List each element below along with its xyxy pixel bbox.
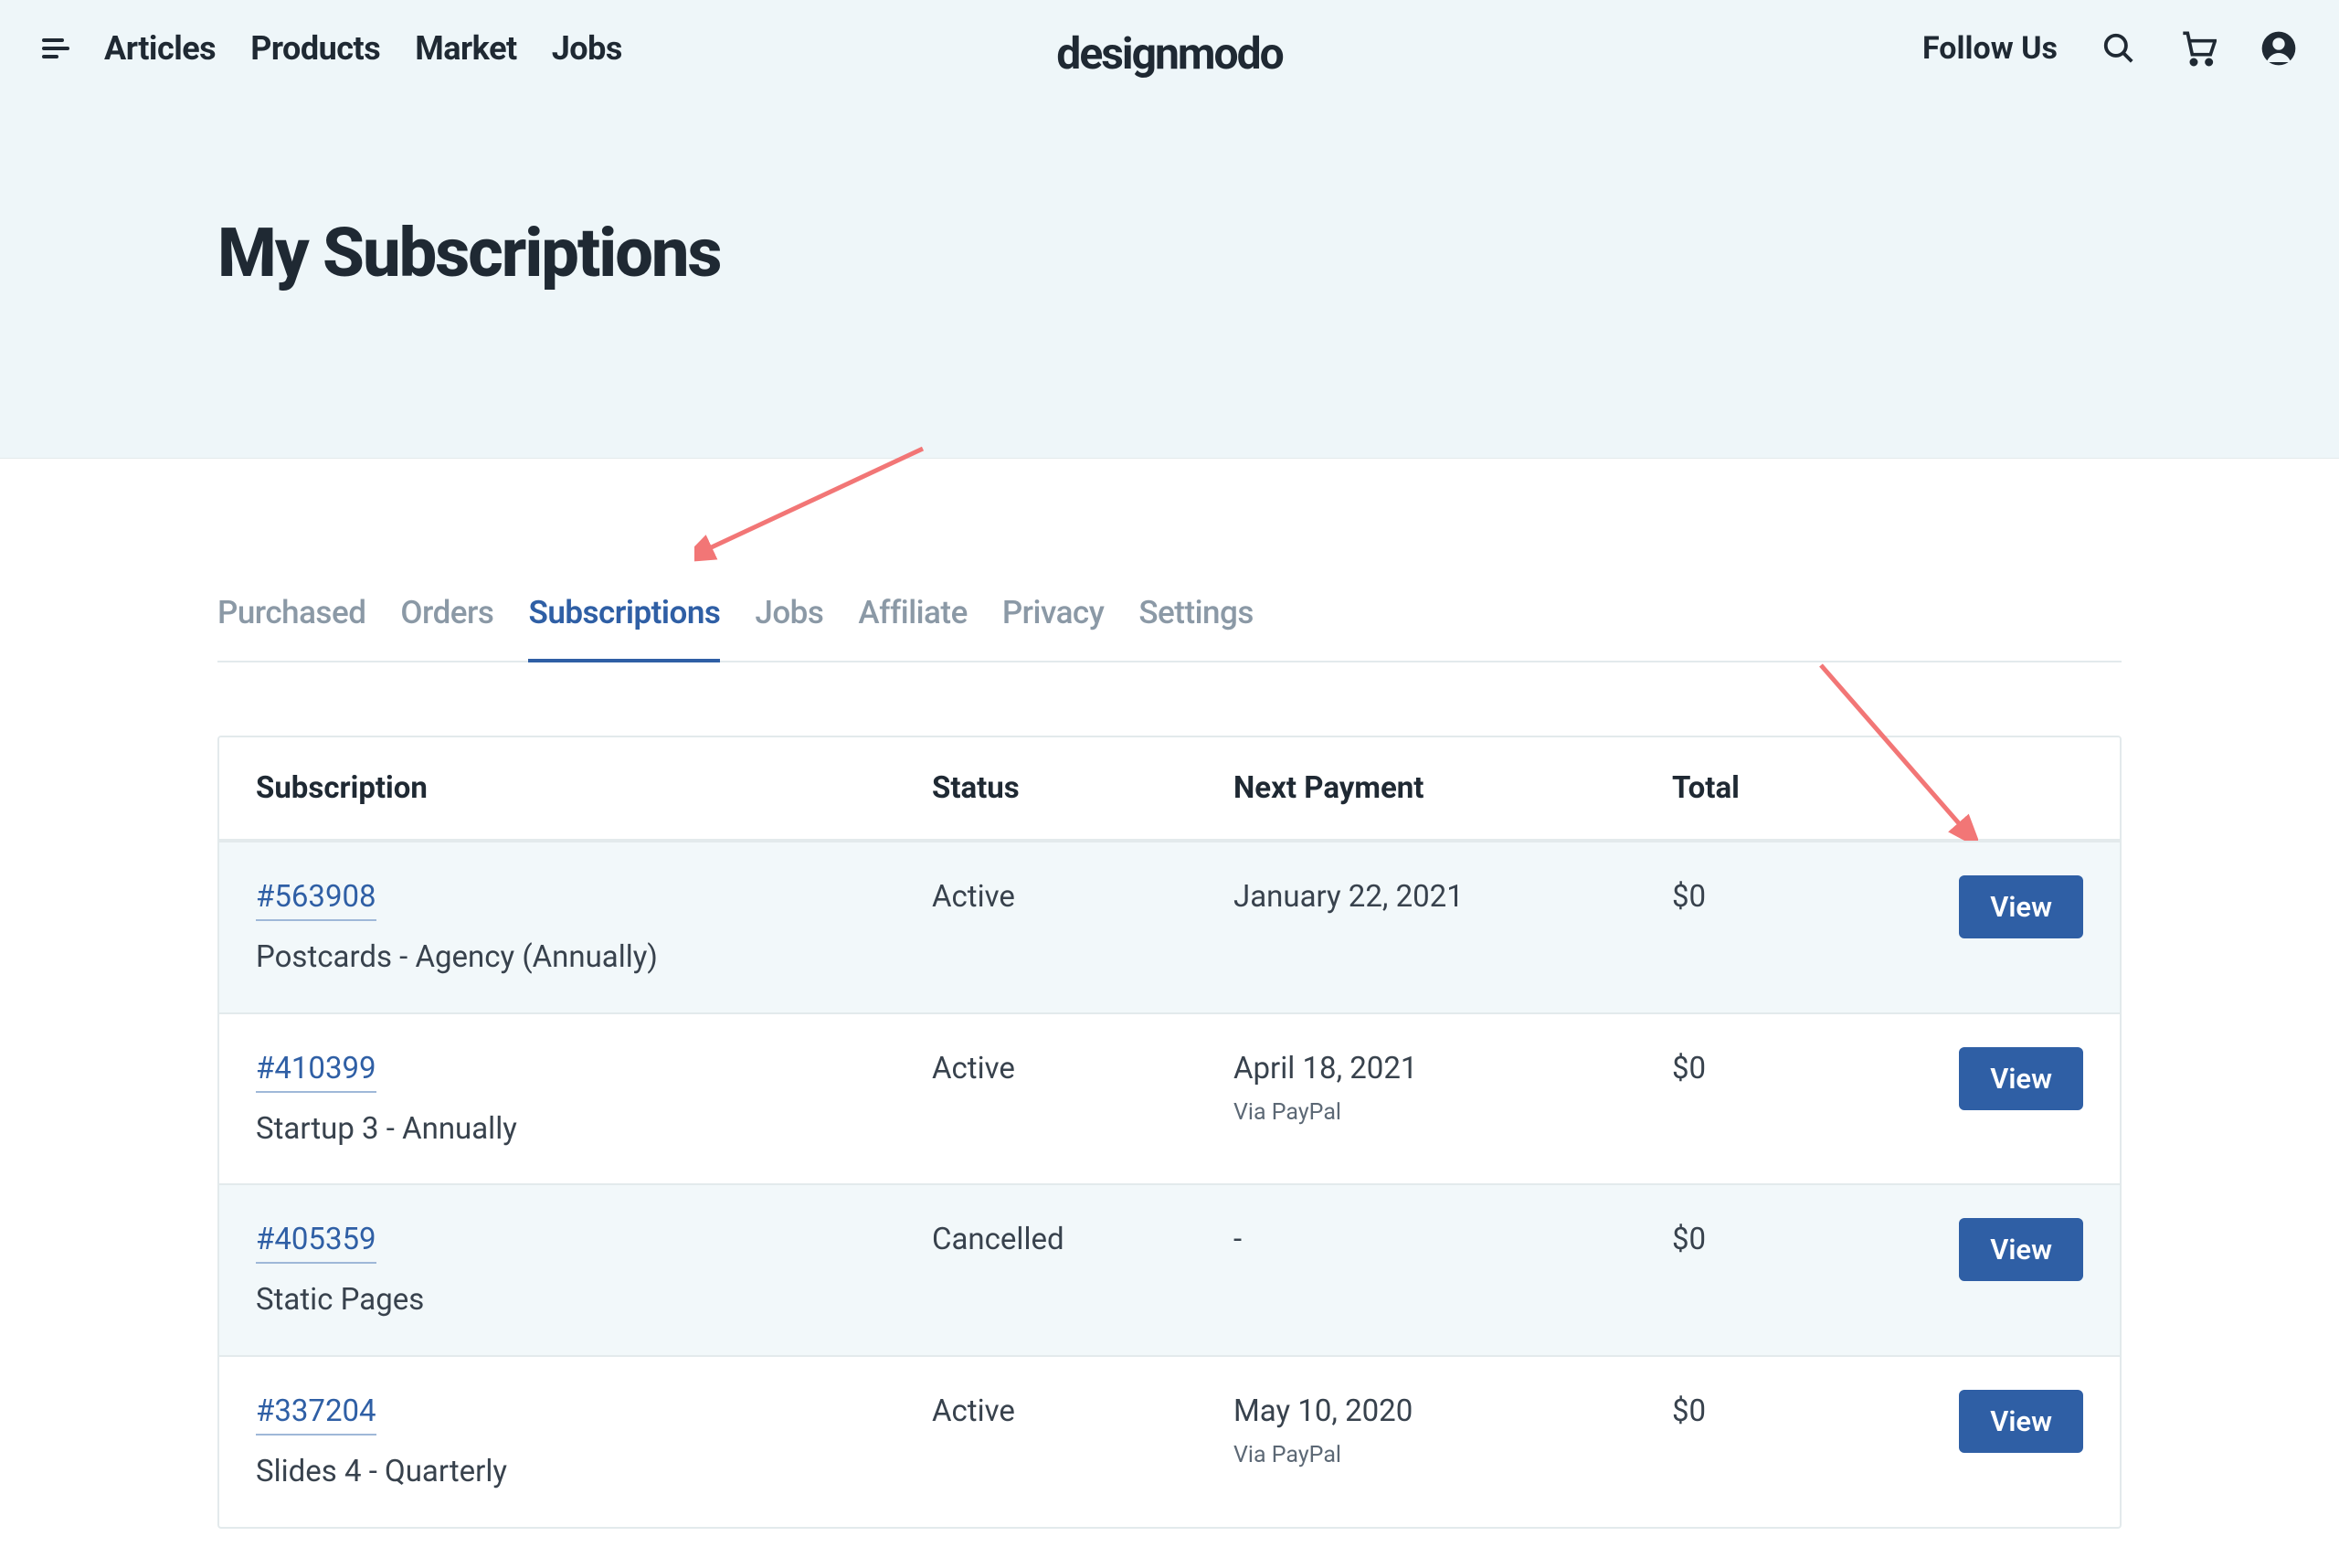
top-bar: Articles Products Market Jobs designmodo… <box>0 0 2339 68</box>
annotation-arrow-icon <box>694 443 932 562</box>
subscription-name: Postcards - Agency (Annually) <box>256 936 932 980</box>
total-cell: $0 <box>1672 1390 1946 1434</box>
nav-articles[interactable]: Articles <box>104 29 216 68</box>
table-row: #410399 Startup 3 - Annually Active Apri… <box>219 1012 2120 1184</box>
tab-orders[interactable]: Orders <box>400 594 493 661</box>
tab-jobs[interactable]: Jobs <box>755 594 823 661</box>
total-cell: $0 <box>1672 1047 1946 1091</box>
view-button[interactable]: View <box>1959 1047 2083 1110</box>
logo-text: designmodo <box>1056 27 1282 79</box>
view-button[interactable]: View <box>1959 1390 2083 1453</box>
tab-purchased[interactable]: Purchased <box>217 594 365 661</box>
col-total: Total <box>1672 770 1946 806</box>
next-payment-date: January 22, 2021 <box>1233 875 1672 919</box>
table-header-row: Subscription Status Next Payment Total <box>219 737 2120 841</box>
subscriptions-table: Subscription Status Next Payment Total #… <box>217 736 2122 1529</box>
payment-via: Via PayPal <box>1233 1097 1672 1129</box>
subscription-id-link[interactable]: #410399 <box>256 1047 376 1093</box>
total-cell: $0 <box>1672 875 1946 919</box>
nav-jobs[interactable]: Jobs <box>552 29 622 68</box>
subscription-name: Startup 3 - Annually <box>256 1107 932 1151</box>
search-icon[interactable] <box>2101 31 2136 66</box>
next-payment-date: May 10, 2020 <box>1233 1390 1672 1434</box>
nav-market[interactable]: Market <box>415 29 516 68</box>
col-status: Status <box>932 770 1233 806</box>
table-row: #337204 Slides 4 - Quarterly Active May … <box>219 1355 2120 1527</box>
status-cell: Active <box>932 875 1233 919</box>
subscription-name: Static Pages <box>256 1278 932 1322</box>
total-cell: $0 <box>1672 1218 1946 1262</box>
nav-left: Articles Products Market Jobs <box>42 29 622 68</box>
subscription-id-link[interactable]: #405359 <box>256 1218 376 1264</box>
status-cell: Cancelled <box>932 1218 1233 1262</box>
col-nextpayment: Next Payment <box>1233 770 1672 806</box>
status-cell: Active <box>932 1047 1233 1091</box>
nav-right: Follow Us <box>1922 30 2297 67</box>
next-payment-cell: April 18, 2021 Via PayPal <box>1233 1047 1672 1129</box>
account-icon[interactable] <box>2260 30 2297 67</box>
next-payment-date: - <box>1233 1218 1672 1262</box>
tab-subscriptions[interactable]: Subscriptions <box>528 594 720 662</box>
cart-icon[interactable] <box>2180 30 2217 67</box>
tab-affiliate[interactable]: Affiliate <box>858 594 967 661</box>
next-payment-cell: May 10, 2020 Via PayPal <box>1233 1390 1672 1472</box>
view-button[interactable]: View <box>1959 1218 2083 1281</box>
next-payment-cell: - <box>1233 1218 1672 1262</box>
status-cell: Active <box>932 1390 1233 1434</box>
subscription-id-link[interactable]: #563908 <box>256 875 376 921</box>
tab-privacy[interactable]: Privacy <box>1002 594 1105 661</box>
payment-via: Via PayPal <box>1233 1439 1672 1472</box>
tabs: Purchased Orders Subscriptions Jobs Affi… <box>217 594 2122 662</box>
menu-icon[interactable] <box>42 37 69 59</box>
tab-settings[interactable]: Settings <box>1138 594 1254 661</box>
header-band: Articles Products Market Jobs designmodo… <box>0 0 2339 459</box>
subscription-name: Slides 4 - Quarterly <box>256 1450 932 1494</box>
follow-us-link[interactable]: Follow Us <box>1922 30 2058 67</box>
table-row: #563908 Postcards - Agency (Annually) Ac… <box>219 841 2120 1012</box>
next-payment-date: April 18, 2021 <box>1233 1047 1672 1091</box>
nav-products[interactable]: Products <box>250 29 380 68</box>
table-row: #405359 Static Pages Cancelled - $0 View <box>219 1183 2120 1355</box>
content-area: Purchased Orders Subscriptions Jobs Affi… <box>0 594 2339 1529</box>
col-subscription: Subscription <box>256 770 932 806</box>
view-button[interactable]: View <box>1959 875 2083 938</box>
subscription-id-link[interactable]: #337204 <box>256 1390 376 1436</box>
next-payment-cell: January 22, 2021 <box>1233 875 1672 919</box>
logo[interactable]: designmodo <box>1056 27 1282 79</box>
page-title: My Subscriptions <box>217 214 2339 293</box>
